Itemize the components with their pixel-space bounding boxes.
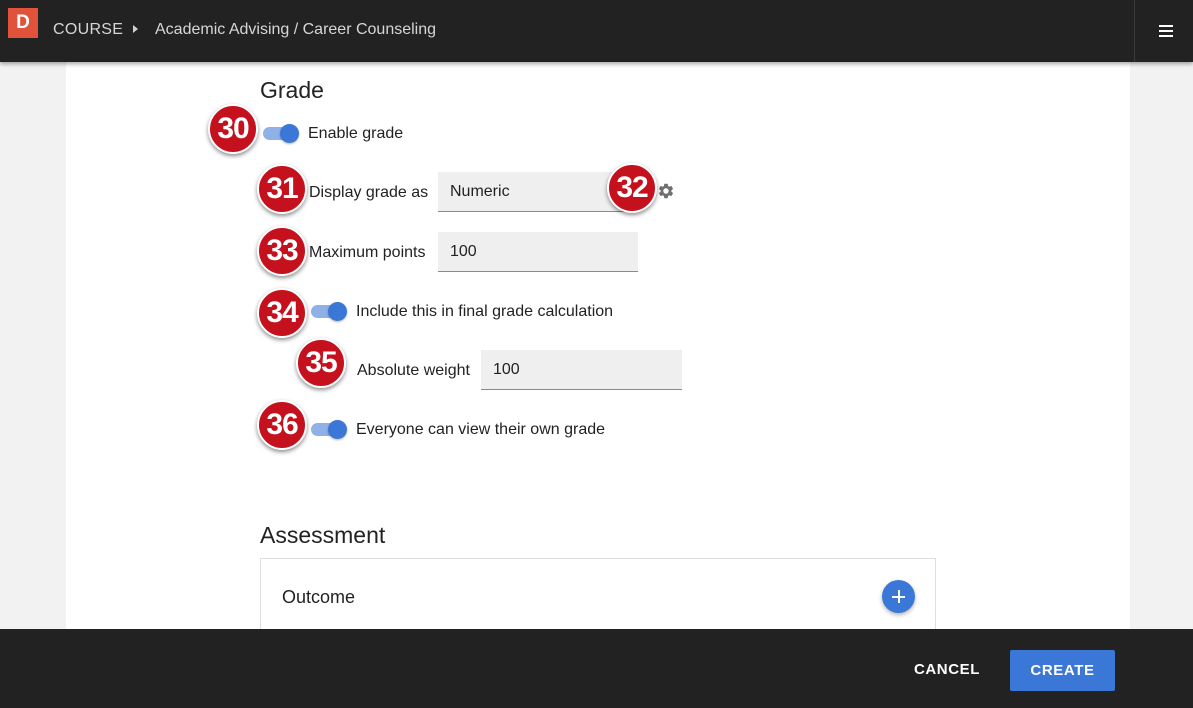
callout-badge-31: 31 <box>257 164 307 214</box>
callout-badge-34: 34 <box>257 288 307 338</box>
assessment-section-title: Assessment <box>260 522 386 548</box>
display-grade-as-select[interactable]: Numeric <box>438 172 630 212</box>
absolute-weight-label: Absolute weight <box>357 362 470 379</box>
callout-badge-36: 36 <box>257 400 307 450</box>
maximum-points-input[interactable] <box>438 232 638 272</box>
display-grade-as-label: Display grade as <box>309 184 429 201</box>
absolute-weight-input[interactable] <box>481 350 682 390</box>
enable-grade-label: Enable grade <box>308 125 404 142</box>
grade-section-title: Grade <box>260 77 324 103</box>
gear-icon[interactable] <box>657 182 675 200</box>
callout-badge-33: 33 <box>257 226 307 276</box>
breadcrumb-course[interactable]: COURSE <box>53 21 123 39</box>
bottom-action-bar: CANCEL CREATE <box>0 629 1193 708</box>
top-bar: D COURSE Academic Advising / Career Coun… <box>0 0 1193 62</box>
cancel-button[interactable]: CANCEL <box>902 651 992 689</box>
app-logo[interactable]: D <box>8 8 38 38</box>
menu-divider <box>1134 0 1135 62</box>
callout-badge-32: 32 <box>607 163 657 213</box>
maximum-points-label: Maximum points <box>309 244 426 261</box>
include-final-grade-toggle[interactable] <box>309 301 347 321</box>
enable-grade-toggle[interactable] <box>261 123 299 143</box>
breadcrumb-title: Academic Advising / Career Counseling <box>155 21 437 38</box>
callout-badge-35: 35 <box>296 338 346 388</box>
breadcrumb-separator-icon <box>133 25 138 33</box>
view-own-grade-toggle[interactable] <box>309 419 347 439</box>
add-outcome-plus-icon[interactable] <box>882 580 915 613</box>
callout-badge-30: 30 <box>208 104 258 154</box>
outcome-label: Outcome <box>282 587 356 607</box>
view-own-grade-label: Everyone can view their own grade <box>356 421 606 438</box>
create-button[interactable]: CREATE <box>1010 650 1115 691</box>
outcome-card: Outcome <box>260 558 936 638</box>
include-final-grade-label: Include this in final grade calculation <box>356 303 614 320</box>
hamburger-menu-icon[interactable] <box>1152 18 1180 44</box>
